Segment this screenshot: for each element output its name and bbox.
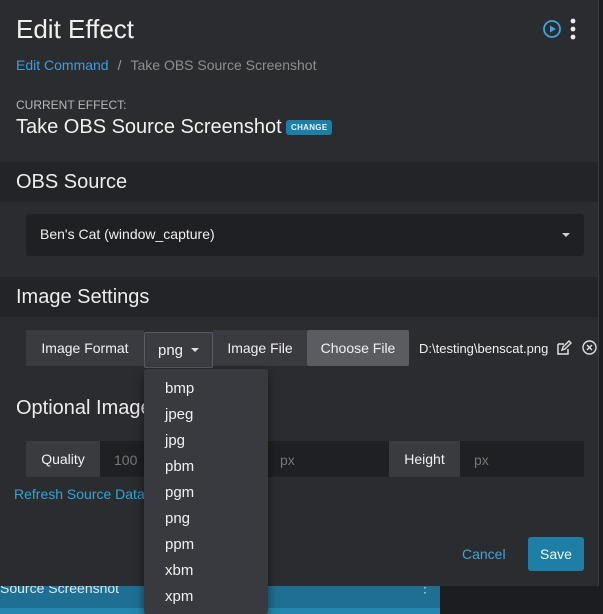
current-effect-label: CURRENT EFFECT: [16, 98, 127, 112]
breadcrumb-edit-command-link[interactable]: Edit Command [16, 57, 109, 73]
width-input[interactable]: px [266, 441, 389, 477]
quality-label: Quality [26, 441, 100, 477]
image-format-dropdown-button[interactable]: png [144, 332, 213, 368]
caret-down-icon [191, 348, 200, 352]
optional-settings-section-header: Optional Image Settings [0, 388, 598, 428]
format-option-jpeg[interactable]: jpeg [165, 406, 193, 423]
image-settings-heading: Image Settings [16, 286, 150, 308]
height-input[interactable]: px [460, 441, 584, 477]
obs-source-heading: OBS Source [16, 171, 128, 193]
height-label: Height [389, 441, 460, 477]
current-effect-name: Take OBS Source Screenshot [16, 116, 282, 138]
width-placeholder: px [280, 452, 295, 468]
obs-source-select[interactable]: Ben's Cat (window_capture) [26, 214, 584, 256]
refresh-source-data-link[interactable]: Refresh Source Data [14, 486, 145, 502]
image-settings-section-header: Image Settings [0, 277, 598, 317]
obs-source-section-header: OBS Source [0, 162, 598, 202]
edit-effect-modal: Edit Effect Edit Command / Take OBS Source… [0, 0, 599, 586]
clear-icon[interactable] [582, 340, 597, 355]
image-file-path: D:\testing\benscat.png [419, 341, 549, 356]
image-file-label: Image File [213, 330, 307, 366]
edit-icon[interactable] [556, 340, 572, 356]
choose-file-button[interactable]: Choose File [307, 330, 409, 366]
image-format-menu: bmp jpeg jpg pbm pgm png ppm xbm xpm [144, 369, 268, 614]
modal-title: Edit Effect [16, 14, 135, 44]
change-effect-button[interactable]: CHANGE [286, 120, 333, 135]
format-option-png[interactable]: png [165, 510, 190, 527]
kebab-menu-icon[interactable] [566, 17, 580, 41]
play-circle-icon[interactable] [543, 20, 561, 38]
image-format-value: png [157, 341, 184, 359]
breadcrumb-current: Take OBS Source Screenshot [130, 57, 317, 73]
format-option-bmp[interactable]: bmp [165, 380, 194, 397]
height-placeholder: px [474, 452, 489, 468]
quality-value: 100 [114, 452, 138, 468]
breadcrumb: Edit Command / Take OBS Source Screenshot [16, 57, 316, 73]
obs-source-selected-value: Ben's Cat (window_capture) [40, 226, 215, 242]
format-option-jpg[interactable]: jpg [165, 432, 185, 449]
cancel-button[interactable]: Cancel [462, 546, 506, 562]
format-option-xbm[interactable]: xbm [165, 562, 193, 579]
format-option-xpm[interactable]: xpm [165, 588, 193, 605]
format-option-pgm[interactable]: pgm [165, 484, 194, 501]
chevron-down-icon [562, 233, 570, 237]
breadcrumb-separator: / [117, 57, 122, 73]
image-format-label: Image Format [26, 330, 144, 366]
save-button[interactable]: Save [528, 537, 584, 571]
format-option-ppm[interactable]: ppm [165, 536, 194, 553]
format-option-pbm[interactable]: pbm [165, 458, 194, 475]
